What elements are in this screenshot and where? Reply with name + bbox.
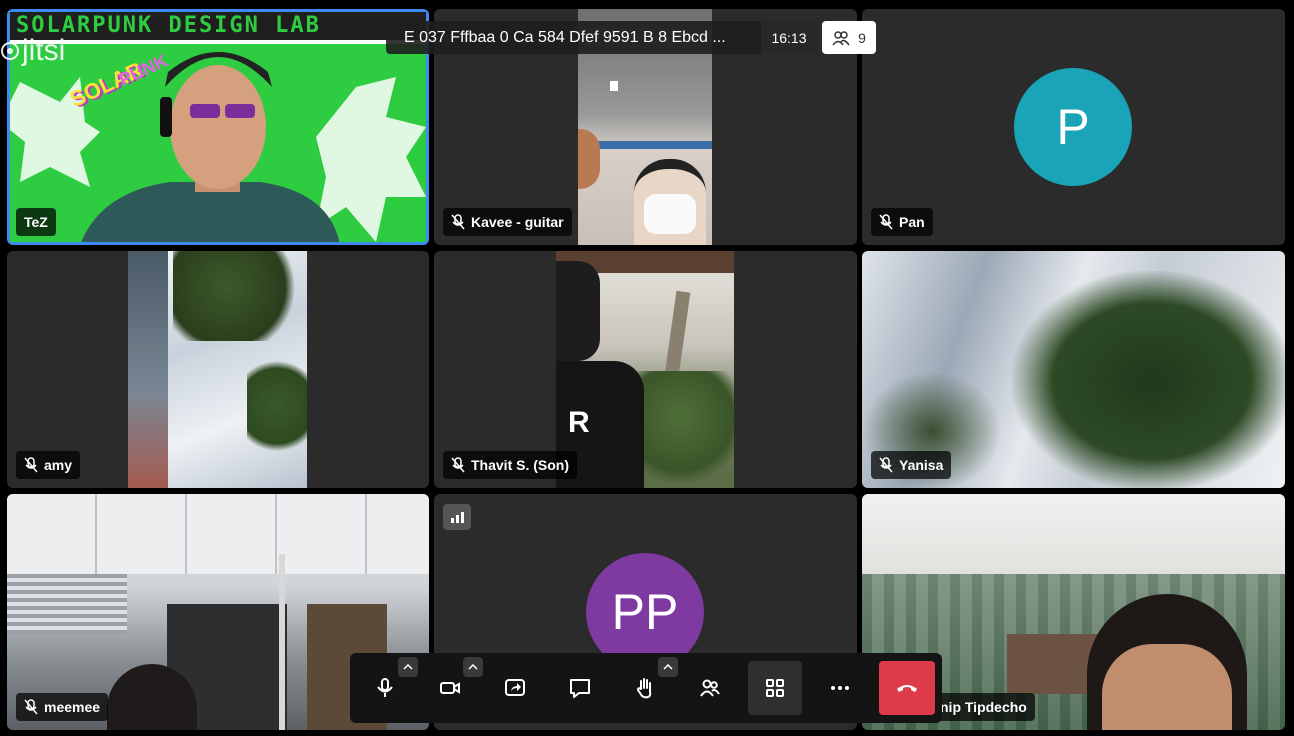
window-blinds <box>7 574 127 634</box>
hangup-icon <box>897 685 917 692</box>
chat-button[interactable] <box>553 661 607 715</box>
mic-muted-icon <box>24 699 38 715</box>
meeting-title[interactable]: E 037 Fffbaa 0 Ca 584 Dfef 9591 B 8 Ebcd… <box>386 21 761 54</box>
tree-foliage <box>173 251 307 341</box>
connection-indicator-icon[interactable] <box>443 504 471 530</box>
video-settings-toggle[interactable] <box>463 657 483 677</box>
chevron-up-icon <box>663 664 673 670</box>
audio-settings-toggle[interactable] <box>398 657 418 677</box>
person-head <box>556 261 600 361</box>
participant-name-tag: TeZ <box>16 208 56 236</box>
participant-video: SOLARPUNK DESIGN LAB SOLAR PUNK <box>10 12 426 242</box>
share-screen-icon <box>505 679 525 696</box>
pipe <box>279 554 285 730</box>
person-face <box>1102 644 1232 730</box>
shirt-logo: R <box>568 406 590 439</box>
mic-muted-icon <box>879 457 893 473</box>
participant-tile-pan[interactable]: P Pan <box>862 9 1285 245</box>
tile-view-button[interactable] <box>748 661 802 715</box>
participant-name-tag: Yanisa <box>871 451 952 479</box>
participant-name: Thavit S. (Son) <box>471 457 569 473</box>
participant-name: meemee <box>44 699 101 715</box>
tree-canopy <box>1012 271 1285 488</box>
chevron-up-icon <box>468 664 478 670</box>
participant-name-tag: Thavit S. (Son) <box>443 451 577 479</box>
participant-name: amy <box>44 457 73 473</box>
participant-video: R <box>556 251 734 488</box>
participant-name-tag: amy <box>16 451 81 479</box>
participant-tile-yanisa[interactable]: Yanisa <box>862 251 1285 488</box>
jitsi-logo-text: jitsi <box>22 34 66 67</box>
participant-name-tag: Pan <box>871 208 933 236</box>
participants-icon <box>832 30 850 45</box>
face-mask <box>644 194 696 234</box>
participant-name: Kavee - guitar <box>471 214 564 230</box>
chat-icon <box>570 679 590 698</box>
meeting-toolbar <box>350 653 942 723</box>
participant-name-tag: nip Tipdecho <box>932 693 1035 721</box>
microphone-icon <box>377 678 393 697</box>
participant-count-badge[interactable]: 9 <box>822 21 876 54</box>
participant-video <box>128 251 307 488</box>
avatar: P <box>1014 68 1132 186</box>
participant-tile-thavit[interactable]: R Thavit S. (Son) <box>434 251 857 488</box>
raise-hand-icon <box>636 678 652 699</box>
participant-count: 9 <box>858 29 866 46</box>
chevron-up-icon <box>403 664 413 670</box>
more-icon <box>831 686 849 690</box>
participants-icon <box>700 679 720 697</box>
mic-muted-icon <box>24 457 38 473</box>
tile-view-icon <box>766 679 784 697</box>
participant-name: TeZ <box>24 214 48 230</box>
mic-muted-icon <box>451 457 465 473</box>
participant-name: Yanisa <box>899 457 944 473</box>
participant-name: Pan <box>899 214 925 230</box>
ceiling-tiles <box>7 494 429 574</box>
tree-foliage-lower <box>247 351 307 461</box>
participants-button[interactable] <box>683 661 737 715</box>
share-screen-button[interactable] <box>488 661 542 715</box>
mic-muted-icon <box>879 214 893 230</box>
person-silhouette <box>81 52 340 242</box>
meeting-timer: 16:13 <box>761 21 817 54</box>
more-actions-button[interactable] <box>813 661 867 715</box>
participant-name-tag: Kavee - guitar <box>443 208 572 236</box>
jitsi-logo-icon <box>1 42 19 60</box>
participant-name: nip Tipdecho <box>940 699 1027 715</box>
participant-name-tag: meemee <box>16 693 109 721</box>
light-fixture <box>610 81 618 91</box>
building-edge <box>128 251 168 488</box>
participant-tile-amy[interactable]: amy <box>7 251 429 488</box>
camera-icon <box>440 682 460 694</box>
hangup-button[interactable] <box>879 661 935 715</box>
jitsi-logo[interactable]: jitsi <box>0 34 65 68</box>
person-left-edge <box>578 129 600 189</box>
mic-muted-icon <box>451 214 465 230</box>
reactions-toggle[interactable] <box>658 657 678 677</box>
participant-tile-tez[interactable]: SOLARPUNK DESIGN LAB SOLAR PUNK TeZ <box>7 9 429 245</box>
